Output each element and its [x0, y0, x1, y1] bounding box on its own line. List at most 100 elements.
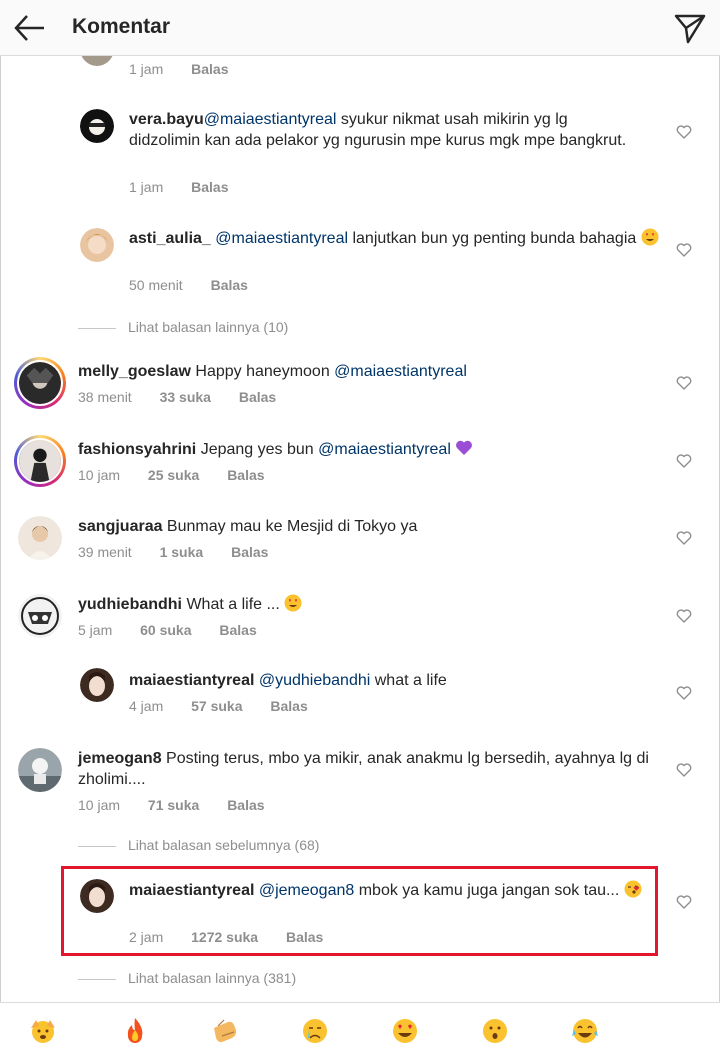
- crying-face-icon[interactable]: [300, 1016, 330, 1046]
- reply-button[interactable]: Balas: [219, 622, 256, 638]
- comment-meta: 38 menit 33 suka Balas: [78, 389, 300, 405]
- surprised-face-icon[interactable]: [480, 1016, 510, 1046]
- mention-link[interactable]: @jemeogan8: [259, 882, 354, 899]
- comment-text: fashionsyahrini Jepang yes bun @maiaesti…: [78, 439, 638, 460]
- comment-meta: 2 jam 1272 suka Balas: [129, 929, 347, 945]
- reply-button[interactable]: Balas: [227, 467, 264, 483]
- comment-username[interactable]: asti_aulia_: [129, 230, 211, 247]
- comment-time: 4 jam: [129, 698, 164, 714]
- comment-time: 50 menit: [129, 277, 183, 293]
- comment-username[interactable]: vera.bayu: [129, 111, 204, 128]
- reply-button[interactable]: Balas: [231, 544, 268, 560]
- clapping-hands-icon[interactable]: [210, 1016, 240, 1046]
- comment-time: 2 jam: [129, 929, 164, 945]
- reply-button[interactable]: Balas: [270, 698, 307, 714]
- comment-meta: 10 jam 71 suka Balas: [78, 797, 289, 813]
- comment-text: asti_aulia_ @maiaestiantyreal lanjutkan …: [129, 228, 659, 249]
- comment-body: Happy haneymoon: [190, 363, 335, 380]
- avatar[interactable]: [80, 109, 114, 143]
- comment-username[interactable]: sangjuaraa: [78, 518, 162, 535]
- emoji-quick-bar: [0, 1002, 720, 1058]
- avatar[interactable]: [80, 668, 114, 702]
- avatar[interactable]: [18, 748, 62, 792]
- like-count[interactable]: 1 suka: [160, 544, 204, 560]
- comment-meta: 1 jam Balas: [129, 61, 252, 77]
- like-heart-icon[interactable]: [676, 124, 692, 140]
- avatar-story-ring[interactable]: [14, 435, 66, 487]
- comment-text: jemeogan8 Posting terus, mbo ya mikir, a…: [78, 748, 658, 790]
- comment-text: maiaestiantyreal @jemeogan8 mbok ya kamu…: [129, 880, 644, 901]
- comment-body: Posting terus, mbo ya mikir, anak anakmu…: [78, 750, 649, 788]
- mention-link[interactable]: @maiaestiantyreal: [215, 230, 348, 247]
- comment-time: 39 menit: [78, 544, 132, 560]
- comment-username[interactable]: maiaestiantyreal: [129, 882, 254, 899]
- like-heart-icon[interactable]: [676, 608, 692, 624]
- divider-line: [78, 327, 116, 329]
- comment-text: sangjuaraa Bunmay mau ke Mesjid di Tokyo…: [78, 516, 638, 537]
- comment-time: 38 menit: [78, 389, 132, 405]
- like-count[interactable]: 1272 suka: [191, 929, 258, 945]
- heart-eyes-icon[interactable]: [390, 1016, 420, 1046]
- avatar[interactable]: [18, 516, 62, 560]
- divider-line: [78, 978, 116, 980]
- view-more-replies[interactable]: Lihat balasan lainnya (10): [78, 319, 288, 335]
- comment-body: What a life ...: [182, 596, 285, 613]
- reply-button[interactable]: Balas: [211, 277, 248, 293]
- like-count[interactable]: 71 suka: [148, 797, 199, 813]
- avatar[interactable]: [80, 56, 114, 66]
- header-bar: Komentar: [0, 0, 720, 56]
- comment-meta: 5 jam 60 suka Balas: [78, 622, 281, 638]
- share-button[interactable]: [672, 10, 708, 46]
- tears-of-joy-icon[interactable]: [570, 1016, 600, 1046]
- avatar[interactable]: [18, 594, 62, 638]
- reply-button[interactable]: Balas: [191, 179, 228, 195]
- like-heart-icon[interactable]: [676, 894, 692, 910]
- comment-body: Jepang yes bun: [196, 441, 319, 458]
- comment-meta: 1 jam Balas: [129, 179, 252, 195]
- mention-link[interactable]: @maiaestiantyreal: [318, 441, 451, 458]
- comment-meta: 50 menit Balas: [129, 277, 272, 293]
- reply-button[interactable]: Balas: [191, 61, 228, 77]
- mention-link[interactable]: @maiaestiantyreal: [334, 363, 467, 380]
- comment-body: lanjutkan bun yg penting bunda bahagia: [348, 230, 637, 247]
- like-heart-icon[interactable]: [676, 685, 692, 701]
- like-heart-icon[interactable]: [676, 375, 692, 391]
- like-count[interactable]: 25 suka: [148, 467, 199, 483]
- avatar[interactable]: [80, 879, 114, 913]
- comment-list[interactable]: 1 jam Balas vera.bayu@maiaestiantyreal s…: [0, 56, 720, 1002]
- like-heart-icon[interactable]: [676, 762, 692, 778]
- comment-time: 1 jam: [129, 61, 164, 77]
- like-count[interactable]: 57 suka: [191, 698, 242, 714]
- heart-eyes-icon: [284, 594, 302, 612]
- reply-button[interactable]: Balas: [239, 389, 276, 405]
- avatar[interactable]: [80, 228, 114, 262]
- view-more-replies[interactable]: Lihat balasan lainnya (381): [78, 970, 296, 986]
- mention-link[interactable]: @maiaestiantyreal: [204, 111, 337, 128]
- view-previous-replies-label: Lihat balasan sebelumnya (68): [128, 837, 320, 853]
- reply-button[interactable]: Balas: [227, 797, 264, 813]
- like-heart-icon[interactable]: [676, 530, 692, 546]
- reply-button[interactable]: Balas: [286, 929, 323, 945]
- comment-time: 10 jam: [78, 797, 121, 813]
- avatar-story-ring[interactable]: [14, 357, 66, 409]
- like-heart-icon[interactable]: [676, 242, 692, 258]
- view-more-replies-label: Lihat balasan lainnya (381): [128, 970, 297, 986]
- like-count[interactable]: 60 suka: [140, 622, 191, 638]
- comment-text: maiaestiantyreal @yudhiebandhi what a li…: [129, 670, 649, 691]
- arrow-left-icon: [14, 15, 44, 41]
- comment-username[interactable]: jemeogan8: [78, 750, 162, 767]
- comment-username[interactable]: melly_goeslaw: [78, 363, 191, 380]
- comment-username[interactable]: maiaestiantyreal: [129, 672, 254, 689]
- like-count[interactable]: 33 suka: [160, 389, 211, 405]
- view-previous-replies[interactable]: Lihat balasan sebelumnya (68): [78, 837, 319, 853]
- mention-link[interactable]: @yudhiebandhi: [259, 672, 370, 689]
- face-with-hands-icon[interactable]: [28, 1016, 58, 1046]
- fire-icon[interactable]: [120, 1016, 150, 1046]
- comment-username[interactable]: yudhiebandhi: [78, 596, 182, 613]
- comment-username[interactable]: fashionsyahrini: [78, 441, 196, 458]
- comment-meta: 10 jam 25 suka Balas: [78, 467, 289, 483]
- kiss-face-icon: [624, 880, 642, 898]
- comment-meta: 4 jam 57 suka Balas: [129, 698, 332, 714]
- back-button[interactable]: [10, 10, 48, 46]
- like-heart-icon[interactable]: [676, 453, 692, 469]
